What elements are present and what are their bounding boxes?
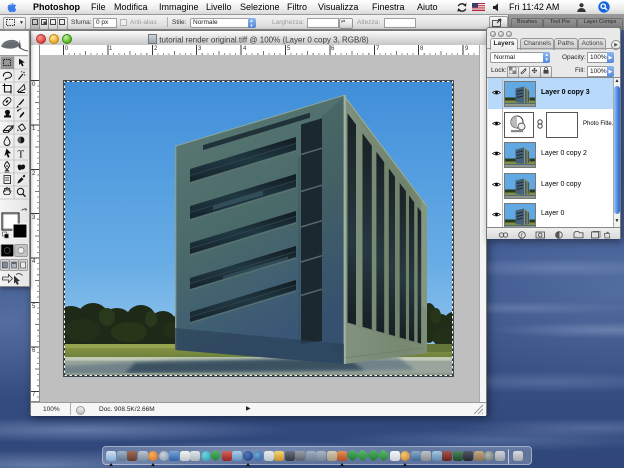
svg-text:T: T <box>18 149 25 161</box>
